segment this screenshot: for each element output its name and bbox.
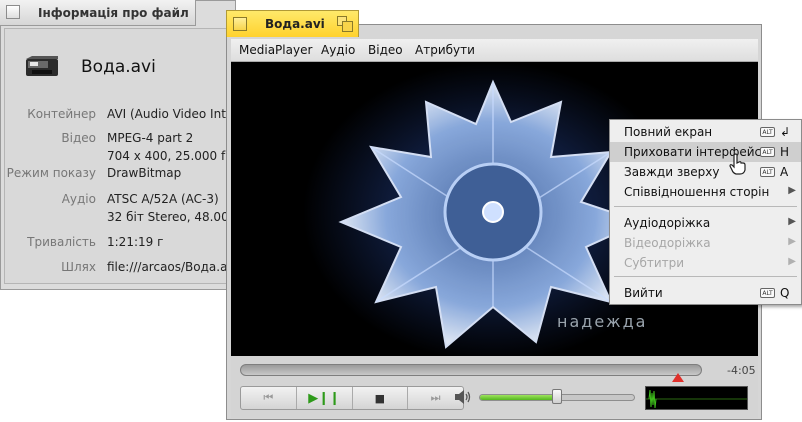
- menu-bar: MediaPlayer Аудіо Відео Атрибути: [231, 39, 758, 62]
- video-watermark: надежда: [557, 312, 648, 331]
- video-resolution-value: 704 x 400, 25.000 fps: [107, 149, 227, 163]
- context-menu: Повний екран ALT ↲ Приховати інтерфейс A…: [609, 119, 802, 305]
- close-button[interactable]: [6, 5, 20, 19]
- menu-item-fullscreen[interactable]: Повний екран ALT ↲: [610, 122, 801, 142]
- shortcut-key: ↲: [780, 125, 791, 139]
- audio-codec-value: ATSC A/52A (AC-3): [107, 192, 219, 206]
- window-title: Вода.avi: [265, 17, 325, 31]
- container-label: Контейнер: [27, 107, 96, 121]
- menu-item-audio-track[interactable]: Аудіодоріжка ▶: [610, 213, 801, 233]
- video-codec-value: MPEG-4 part 2: [107, 131, 194, 145]
- level-waveform: [646, 389, 747, 409]
- menu-item-label: Повний екран: [624, 125, 713, 139]
- volume-fill: [480, 395, 561, 400]
- path-value: file:///arcaos/Вода.avi: [107, 260, 227, 274]
- play-pause-icon: ▶❙❙: [308, 390, 341, 406]
- shortcut-key: Q: [780, 286, 790, 300]
- submenu-arrow-icon: ▶: [788, 236, 796, 247]
- close-button[interactable]: [233, 17, 247, 31]
- transport-buttons: ⏮ ▶❙❙ ■ ⏭: [240, 386, 464, 410]
- file-name: Вода.avi: [81, 57, 156, 77]
- path-label: Шлях: [61, 260, 96, 274]
- play-pause-button[interactable]: ▶❙❙: [297, 387, 353, 409]
- menu-item-subtitles: Субтитри ▶: [610, 253, 801, 273]
- alt-key-icon: ALT: [760, 167, 775, 177]
- display-mode-label: Режим показу: [6, 166, 96, 180]
- shortcut-key: H: [780, 145, 790, 159]
- menu-attributes[interactable]: Атрибути: [415, 43, 475, 57]
- container-value: AVI (Audio Video Interleave): [107, 107, 227, 121]
- menu-item-always-on-top[interactable]: Завжди зверху ALT A: [610, 162, 801, 182]
- submenu-arrow-icon: ▶: [788, 185, 796, 196]
- stop-icon: ■: [374, 391, 386, 405]
- menu-item-label: Вийти: [624, 286, 663, 300]
- audio-label: Аудіо: [61, 192, 96, 206]
- menu-separator: [614, 206, 797, 207]
- player-titlebar[interactable]: Вода.avi: [226, 10, 359, 37]
- menu-mediaplayer[interactable]: MediaPlayer: [239, 43, 312, 57]
- shortcut-key: A: [780, 165, 789, 179]
- audio-format-value: 32 біт Stereo, 48.000 кГц: [107, 210, 227, 224]
- volume-thumb[interactable]: [552, 389, 562, 404]
- menu-item-label: Субтитри: [624, 256, 685, 270]
- seek-bar[interactable]: [240, 364, 702, 376]
- file-info-titlebar[interactable]: Інформація про файл: [0, 0, 196, 26]
- window-title: Інформація про файл: [38, 6, 189, 20]
- time-remaining: -4:05: [727, 364, 756, 377]
- alt-key-icon: ALT: [760, 288, 775, 298]
- menu-item-aspect-ratio[interactable]: Співвідношення сторін ▶: [610, 182, 801, 202]
- skip-back-icon: ⏮: [263, 391, 274, 404]
- menu-item-quit[interactable]: Вийти ALT Q: [610, 283, 801, 303]
- menu-item-label: Завжди зверху: [624, 165, 720, 179]
- player-controls: -4:05 ⏮ ▶❙❙ ■ ⏭: [231, 356, 758, 418]
- menu-item-video-track: Відеодоріжка ▶: [610, 233, 801, 253]
- video-file-icon: [26, 56, 58, 76]
- hand-pointer-icon: [729, 153, 746, 175]
- skip-back-button[interactable]: ⏮: [241, 387, 297, 409]
- audio-level-meter: [645, 386, 748, 410]
- alt-key-icon: ALT: [760, 147, 775, 157]
- speaker-icon[interactable]: [453, 389, 471, 405]
- menu-separator: [614, 276, 797, 277]
- seek-position-marker[interactable]: [672, 373, 684, 382]
- menu-item-label: Відеодоріжка: [624, 236, 711, 250]
- alt-key-icon: ALT: [760, 127, 775, 137]
- menu-audio[interactable]: Аудіо: [321, 43, 355, 57]
- video-label: Відео: [61, 131, 96, 145]
- menu-item-label: Співвідношення сторін: [624, 185, 770, 199]
- menu-video[interactable]: Відео: [368, 43, 403, 57]
- menu-item-hide-interface[interactable]: Приховати інтерфейс ALT H: [610, 142, 801, 162]
- menu-item-label: Аудіодоріжка: [624, 216, 711, 230]
- display-mode-value: DrawBitmap: [107, 166, 182, 180]
- zoom-button[interactable]: [337, 16, 353, 32]
- submenu-arrow-icon: ▶: [788, 256, 796, 267]
- duration-label: Тривалість: [27, 235, 96, 249]
- stop-button[interactable]: ■: [353, 387, 409, 409]
- skip-forward-icon: ⏭: [430, 391, 441, 404]
- zoom-icon-front: [342, 21, 353, 32]
- duration-value: 1:21:19 г: [107, 235, 164, 249]
- submenu-arrow-icon: ▶: [788, 216, 796, 227]
